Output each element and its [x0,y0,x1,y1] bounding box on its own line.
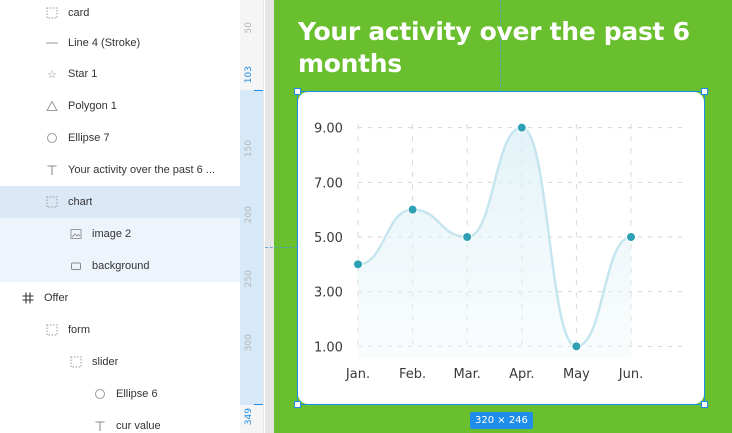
activity-heading[interactable]: Your activity over the past 6 months [298,16,698,80]
layer-row[interactable]: Your activity over the past 6 ... [0,154,240,186]
ruler-label: 200 [244,206,254,224]
x-tick-label: Mar. [453,367,480,382]
data-point [516,122,527,133]
layer-row[interactable]: chart [0,186,240,218]
layers-panel: card Line 4 (Stroke) ☆ Star 1 Polygon 1 Ellip… [0,0,240,433]
hash-frame-icon [20,290,36,306]
text-icon [92,418,108,433]
data-point [353,259,363,270]
frame-grid-icon [44,5,60,21]
y-tick-label: 9.00 [314,122,343,137]
data-point [626,232,636,242]
layer-label: slider [92,356,119,368]
x-tick-label: Jun. [618,367,643,382]
ellipse-icon [92,386,108,402]
layer-label: card [68,7,90,19]
ruler-label-selection-end: 349 [244,408,254,426]
layer-label: Offer [44,292,69,304]
data-point [571,341,582,352]
layer-label: Line 4 (Stroke) [68,37,141,49]
layer-label: Your activity over the past 6 ... [68,164,215,176]
layer-row[interactable]: form [0,314,240,346]
x-tick-label: Jan. [345,367,370,382]
ruler-label: 250 [244,270,254,288]
y-tick-label: 1.00 [314,340,343,355]
ruler-selection-range [240,90,263,405]
layer-row[interactable]: Ellipse 7 [0,122,240,154]
ruler-label: 300 [244,334,254,352]
y-tick-label: 5.00 [314,231,343,246]
layer-label: image 2 [92,228,132,240]
horizontal-guide-line [265,247,297,248]
star-icon: ☆ [47,67,57,81]
ruler-selection-end-tick [254,404,263,405]
line-icon [44,35,60,51]
ruler-label-selection-start: 103 [244,66,254,84]
text-icon [44,162,60,178]
layer-row[interactable]: background [0,250,240,282]
x-tick-label: Apr. [509,367,534,382]
layer-row[interactable]: Line 4 (Stroke) [0,27,240,59]
data-point [462,232,473,242]
ruler-label: 150 [244,140,254,158]
layer-label: Star 1 [68,68,98,80]
layer-label: Polygon 1 [68,100,117,112]
vertical-ruler: 50 103 150 200 250 300 349 [240,0,264,433]
layer-label: background [92,260,150,272]
layer-label: Ellipse 6 [116,388,158,400]
frame-grid-icon [44,322,60,338]
y-tick-label: 3.00 [314,286,343,301]
layer-label: Ellipse 7 [68,132,110,144]
x-tick-label: Feb. [399,367,426,382]
layer-label: cur value [116,420,161,432]
layer-row[interactable]: card [0,0,240,29]
activity-line-chart: 1.00 3.00 5.00 7.00 9.00 Jan. Feb. Mar. Apr. May J… [314,122,688,382]
layer-row[interactable]: slider [0,346,240,378]
y-tick-label: 7.00 [314,176,343,191]
layer-row[interactable]: cur value [0,410,240,433]
series-area [358,127,631,359]
polygon-icon [44,98,60,114]
data-point [407,204,418,215]
layer-row[interactable]: Polygon 1 [0,90,240,122]
ruler-label: 50 [244,22,254,34]
ellipse-icon [44,130,60,146]
frame-grid-icon [68,354,84,370]
layer-row[interactable]: Offer [0,282,240,314]
x-tick-label: May [563,367,590,382]
layer-label: form [68,324,90,336]
ruler-selection-start-tick [254,90,263,91]
rectangle-icon [68,258,84,274]
layer-label: chart [68,196,93,208]
frame-grid-icon [44,194,60,210]
layer-row[interactable]: Ellipse 6 [0,378,240,410]
layer-row[interactable]: ☆ Star 1 [0,58,240,90]
image-icon [68,226,84,242]
layer-row[interactable]: image 2 [0,218,240,250]
chart-card[interactable]: 1.00 3.00 5.00 7.00 9.00 Jan. Feb. Mar. Apr. May J… [298,92,704,404]
selection-dimensions-badge: 320 × 246 [470,412,533,429]
